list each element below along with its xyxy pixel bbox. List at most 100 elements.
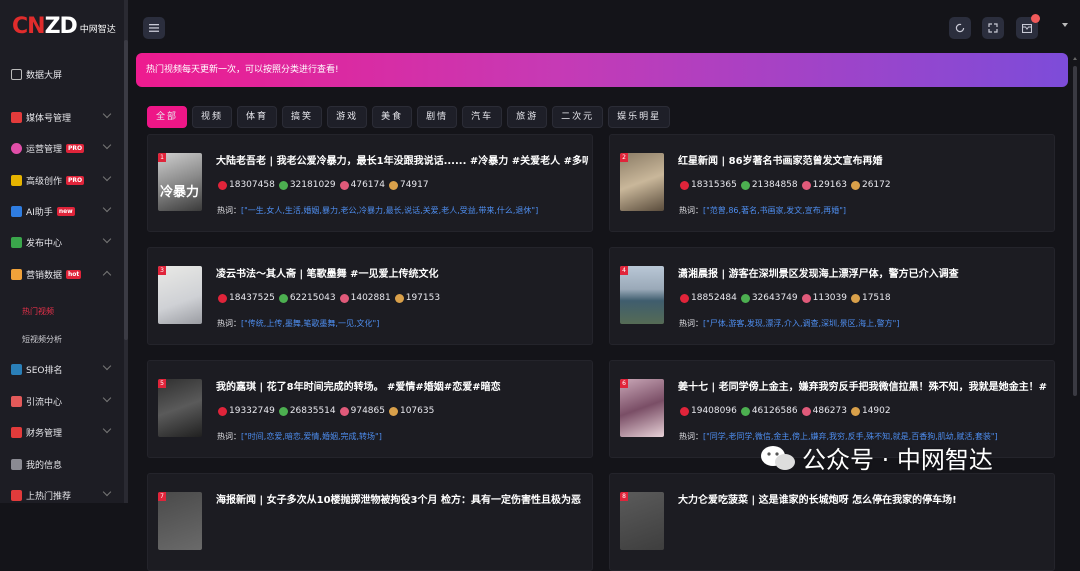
share-icon bbox=[394, 293, 404, 303]
stat-s1: 18307458 bbox=[218, 180, 275, 190]
keyword-list: ["尸体,游客,发现,漂浮,介入,调查,深圳,景区,海上,警方"] bbox=[703, 319, 900, 328]
sidebar-item-seo[interactable]: SEO排名 bbox=[0, 358, 124, 380]
video-title[interactable]: 潇湘晨报 | 游客在深圳景区发现海上漂浮尸体，警方已介入调查 bbox=[678, 265, 1050, 280]
top-bar bbox=[128, 0, 1080, 52]
tab-video[interactable]: 视频 bbox=[192, 106, 233, 128]
publish-icon bbox=[11, 236, 22, 248]
video-title[interactable]: 大力仑爱吃菠菜 | 这是谁家的长城炮呀 怎么停在我家的停车场! bbox=[678, 491, 1050, 506]
menu-toggle-button[interactable] bbox=[143, 17, 165, 39]
stat-s4: 17518 bbox=[850, 293, 891, 303]
fire-icon bbox=[11, 489, 22, 501]
video-card[interactable]: 3 凌云书法～其人斋 | 笔歌墨舞 #一见爱上传统文化 18437525 6221… bbox=[147, 247, 593, 345]
chevron-down-icon bbox=[102, 234, 112, 244]
video-thumbnail[interactable]: 8 bbox=[620, 492, 664, 550]
video-card[interactable]: 4 潇湘晨报 | 游客在深圳景区发现海上漂浮尸体，警方已介入调查 1885248… bbox=[609, 247, 1055, 345]
thumbnail-text: 冷暴力 bbox=[160, 185, 200, 200]
video-thumbnail[interactable]: 5 bbox=[158, 379, 202, 437]
sidebar-item-marketing[interactable]: 营销数据 hot bbox=[0, 263, 124, 285]
chevron-down-icon bbox=[102, 487, 112, 497]
watermark-text: 公众号 · 中网智达 bbox=[802, 446, 993, 474]
page-scrollbar[interactable] bbox=[1072, 56, 1078, 496]
tab-cars[interactable]: 汽车 bbox=[462, 106, 503, 128]
video-thumbnail[interactable]: 7 bbox=[158, 492, 202, 550]
video-card[interactable]: 1 冷暴力 大陆老吾老 | 我老公爱冷暴力，最长1年没跟我说话...... #冷… bbox=[147, 134, 593, 232]
tab-sports[interactable]: 体育 bbox=[237, 106, 278, 128]
ai-icon bbox=[11, 205, 22, 217]
hot-keywords: 热词：["范曾,86,著名,书画家,发文,宣布,再婚"] bbox=[679, 205, 1051, 216]
sidebar-item-operation[interactable]: 运营管理 PRO bbox=[0, 137, 124, 159]
sidebar-item-media[interactable]: 媒体号管理 bbox=[0, 106, 124, 128]
stat-s2: 32643749 bbox=[740, 293, 798, 303]
video-card[interactable]: 5 我的嘉琪 | 花了8年时间完成的转场。 #爱情#婚姻#恋爱#暗恋 19332… bbox=[147, 360, 593, 458]
video-card[interactable]: 2 红星新闻 | 86岁著名书画家范曾发文宣布再婚 18315365 213848… bbox=[609, 134, 1055, 232]
tab-food[interactable]: 美食 bbox=[372, 106, 413, 128]
sidebar-item-traffic[interactable]: 引流中心 bbox=[0, 390, 124, 412]
sidebar-item-label: 媒体号管理 bbox=[26, 113, 72, 124]
pro-badge: PRO bbox=[66, 143, 85, 153]
stat-value: 1402881 bbox=[350, 293, 391, 303]
video-stats: 18852484 32643749 113039 17518 bbox=[680, 293, 895, 303]
caret-down-icon[interactable] bbox=[1062, 23, 1068, 27]
sidebar-subitem-hot-video[interactable]: 热门视频 bbox=[22, 306, 54, 317]
stat-value: 14902 bbox=[861, 406, 891, 416]
video-title[interactable]: 凌云书法～其人斋 | 笔歌墨舞 #一见爱上传统文化 bbox=[216, 265, 588, 280]
keyword-list: ["时间,恋爱,暗恋,爱情,婚姻,完成,转场"] bbox=[241, 432, 382, 441]
wechat-icon bbox=[761, 445, 795, 470]
watermark: 公众号 · 中网智达 bbox=[760, 440, 993, 475]
hot-label: 热词： bbox=[679, 319, 703, 328]
video-thumbnail[interactable]: 6 bbox=[620, 379, 664, 437]
video-title[interactable]: 海报新闻 | 女子多次从10楼抛掷泄物被拘役3个月 检方：具有一定伤害性且极为恶 bbox=[216, 491, 588, 506]
stat-value: 21384858 bbox=[751, 180, 798, 190]
logo[interactable]: CNZD 中网智达 bbox=[12, 14, 116, 40]
refresh-icon bbox=[955, 23, 965, 33]
chevron-down-icon bbox=[102, 203, 112, 213]
chevron-down-icon bbox=[102, 424, 112, 434]
video-thumbnail[interactable]: 2 bbox=[620, 153, 664, 211]
sidebar-item-dashboard[interactable]: 数据大屏 bbox=[0, 63, 124, 85]
play-count-icon bbox=[680, 293, 689, 303]
tab-travel[interactable]: 旅游 bbox=[507, 106, 548, 128]
sidebar-subitem-video-analysis[interactable]: 短视频分析 bbox=[22, 334, 62, 345]
tab-all[interactable]: 全部 bbox=[147, 106, 188, 128]
play-count-icon bbox=[680, 406, 689, 416]
video-thumbnail[interactable]: 4 bbox=[620, 266, 664, 324]
share-icon bbox=[850, 406, 860, 416]
stat-s3: 486273 bbox=[801, 406, 847, 416]
stat-s2: 21384858 bbox=[740, 180, 798, 190]
sidebar-item-ai[interactable]: AI助手 new bbox=[0, 200, 124, 222]
video-card[interactable]: 8 大力仑爱吃菠菜 | 这是谁家的长城炮呀 怎么停在我家的停车场! bbox=[609, 473, 1055, 571]
sidebar-item-profile[interactable]: 我的信息 bbox=[0, 453, 124, 475]
hot-label: 热词： bbox=[679, 206, 703, 215]
video-thumbnail[interactable]: 1 冷暴力 bbox=[158, 153, 202, 211]
mail-icon bbox=[1022, 23, 1032, 33]
video-card[interactable]: 7 海报新闻 | 女子多次从10楼抛掷泄物被拘役3个月 检方：具有一定伤害性且极… bbox=[147, 473, 593, 571]
tab-anime[interactable]: 二次元 bbox=[552, 106, 604, 128]
stat-s3: 476174 bbox=[339, 180, 385, 190]
stat-s1: 18437525 bbox=[218, 293, 275, 303]
fullscreen-button[interactable] bbox=[982, 17, 1004, 39]
sidebar-item-create[interactable]: 高级创作 PRO bbox=[0, 169, 124, 191]
sidebar-scrollbar[interactable] bbox=[124, 0, 128, 503]
tab-entertainment[interactable]: 娱乐明星 bbox=[608, 106, 671, 128]
play-count-icon bbox=[218, 180, 227, 190]
stat-s3: 974865 bbox=[339, 406, 385, 416]
tab-funny[interactable]: 搞笑 bbox=[282, 106, 323, 128]
like-icon bbox=[278, 406, 288, 416]
keyword-list: ["范曾,86,著名,书画家,发文,宣布,再婚"] bbox=[703, 206, 847, 215]
video-title[interactable]: 大陆老吾老 | 我老公爱冷暴力，最长1年没跟我说话...... #冷暴力 #关爱… bbox=[216, 152, 588, 167]
tab-drama[interactable]: 剧情 bbox=[417, 106, 458, 128]
comment-icon bbox=[339, 293, 349, 303]
video-title[interactable]: 我的嘉琪 | 花了8年时间完成的转场。 #爱情#婚姻#恋爱#暗恋 bbox=[216, 378, 588, 393]
sidebar-item-label: 我的信息 bbox=[26, 460, 63, 471]
notice-banner: 热门视频每天更新一次，可以按照分类进行查看! bbox=[136, 53, 1068, 87]
rank-badge: 7 bbox=[158, 492, 166, 501]
sidebar-item-finance[interactable]: 财务管理 bbox=[0, 421, 124, 443]
video-title[interactable]: 姜十七 | 老同学傍上金主，嫌弃我穷反手把我微信拉黑！殊不知，我就是她金主！# bbox=[678, 378, 1050, 393]
refresh-button[interactable] bbox=[949, 17, 971, 39]
play-count-icon bbox=[218, 406, 227, 416]
message-button[interactable] bbox=[1016, 14, 1040, 39]
video-title[interactable]: 红星新闻 | 86岁著名书画家范曾发文宣布再婚 bbox=[678, 152, 1050, 167]
tab-games[interactable]: 游戏 bbox=[327, 106, 368, 128]
sidebar-item-publish[interactable]: 发布中心 bbox=[0, 231, 124, 253]
video-thumbnail[interactable]: 3 bbox=[158, 266, 202, 324]
